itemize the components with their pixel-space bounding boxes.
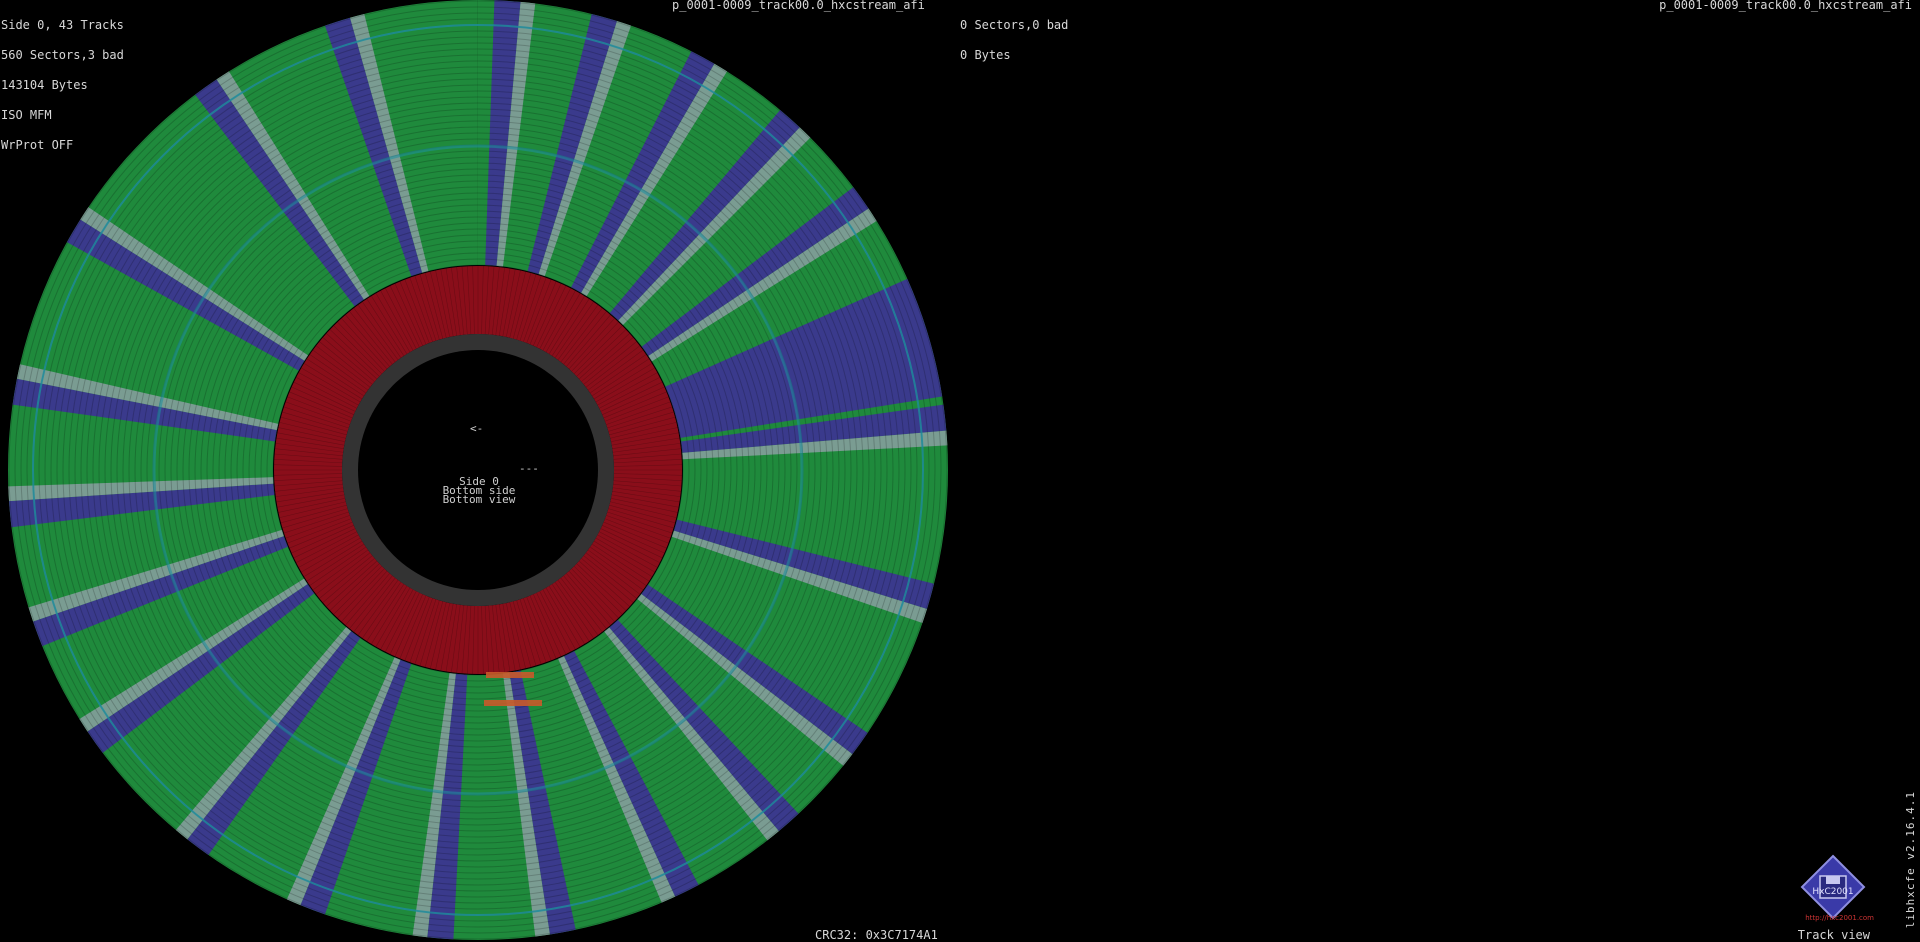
version-label: libhxcfe v2.16.4.1 xyxy=(1904,790,1917,928)
disk-visualization xyxy=(7,0,948,940)
side0-encoding: ISO MFM xyxy=(1,108,52,122)
side0-info-panel: Side 0, 43 Tracks 560 Sectors,3 bad 1431… xyxy=(1,0,124,160)
side1-sectors: 0 Sectors,0 bad xyxy=(960,18,1069,32)
side1-filename: p_0001-0009_track00.0_hxcstream_afi xyxy=(1659,0,1912,12)
rotation-arrow: <- xyxy=(470,422,484,435)
side0-sectors: 560 Sectors,3 bad xyxy=(1,48,124,62)
orange-mark-1 xyxy=(486,672,534,678)
index-mark: --- xyxy=(519,462,539,475)
logo-text: HxC2001 xyxy=(1812,887,1853,897)
crc-readout: CRC32: 0x3C7174A1 xyxy=(815,928,938,942)
view-description: Bottom view xyxy=(442,493,516,506)
disk-center-labels: Side 0 Bottom side Bottom view xyxy=(424,476,534,506)
side0-write-protect: WrProt OFF xyxy=(1,138,74,152)
orange-mark-2 xyxy=(484,700,542,706)
side1-bytes: 0 Bytes xyxy=(960,48,1011,62)
side0-tracks: Side 0, 43 Tracks xyxy=(1,18,124,32)
hxc2001-logo: HxC2001 xyxy=(1800,854,1866,920)
side0-bytes: 143104 Bytes xyxy=(1,78,88,92)
side1-info-panel: 0 Sectors,0 bad 0 Bytes xyxy=(960,0,1068,70)
hub-hole xyxy=(358,350,598,590)
side0-filename: p_0001-0009_track00.0_hxcstream_afi xyxy=(672,0,925,12)
logo-url: http://hxc2001.com xyxy=(1805,914,1874,922)
view-mode-label: Track view xyxy=(1797,928,1870,942)
